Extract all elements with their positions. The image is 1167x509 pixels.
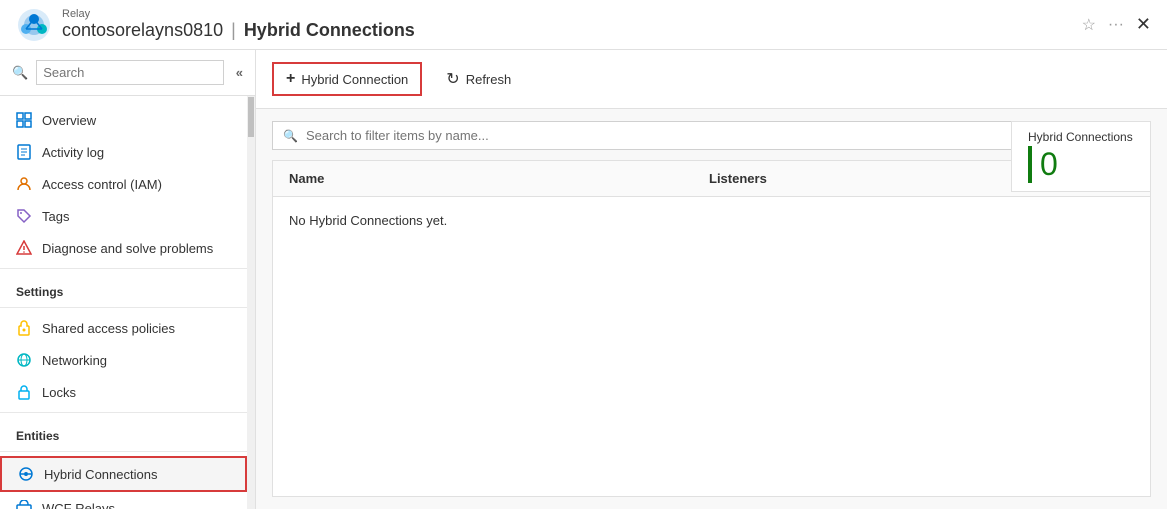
tags-icon: [16, 208, 32, 224]
stats-label: Hybrid Connections: [1028, 130, 1134, 144]
stats-value: 0: [1028, 146, 1134, 183]
sidebar-scroll-thumb: [248, 97, 254, 137]
sidebar-item-diagnose[interactable]: Diagnose and solve problems: [0, 232, 247, 264]
access-control-icon: [16, 176, 32, 192]
refresh-label: Refresh: [466, 72, 512, 87]
data-table: Name Listeners No Hybrid Connections yet…: [272, 160, 1151, 497]
refresh-icon: ↻: [446, 69, 459, 89]
close-button[interactable]: ✕: [1136, 14, 1151, 35]
sidebar-item-networking[interactable]: Networking: [0, 344, 247, 376]
header-page-title: Hybrid Connections: [244, 20, 415, 41]
sidebar-item-label-locks: Locks: [42, 385, 76, 400]
nav-divider-2: [0, 307, 247, 308]
sidebar-item-shared-access[interactable]: Shared access policies: [0, 312, 247, 344]
sidebar-item-label-overview: Overview: [42, 113, 96, 128]
add-hybrid-connection-button[interactable]: + Hybrid Connection: [272, 62, 422, 96]
nav-divider-4: [0, 451, 247, 452]
search-icon: 🔍: [12, 65, 28, 81]
networking-icon: [16, 352, 32, 368]
locks-icon: [16, 384, 32, 400]
diagnose-icon: [16, 240, 32, 256]
activity-log-icon: [16, 144, 32, 160]
stats-panel: Hybrid Connections 0: [1011, 121, 1151, 192]
nav-divider-1: [0, 268, 247, 269]
sidebar-item-label-networking: Networking: [42, 353, 107, 368]
sidebar-item-wcf-relays[interactable]: WCF Relays: [0, 492, 247, 509]
empty-message: No Hybrid Connections yet.: [273, 197, 1150, 244]
settings-section-title: Settings: [0, 273, 247, 303]
sidebar-item-locks[interactable]: Locks: [0, 376, 247, 408]
favorite-button[interactable]: ☆: [1082, 15, 1096, 35]
sidebar-item-tags[interactable]: Tags: [0, 200, 247, 232]
header-title-group: Relay contosorelayns0810 | Hybrid Connec…: [62, 8, 415, 41]
search-input[interactable]: [36, 60, 224, 85]
sidebar-item-label-wcf-relays: WCF Relays: [42, 501, 115, 509]
more-options-button[interactable]: ···: [1108, 16, 1124, 34]
add-button-label: Hybrid Connection: [301, 72, 408, 87]
sidebar-item-hybrid-connections[interactable]: Hybrid Connections: [0, 456, 247, 492]
header-subtitle: Relay: [62, 8, 415, 20]
header-separator: |: [231, 20, 236, 41]
sidebar-item-label-diagnose: Diagnose and solve problems: [42, 241, 213, 256]
sidebar-item-activity-log[interactable]: Activity log: [0, 136, 247, 168]
refresh-button[interactable]: ↻ Refresh: [434, 63, 523, 95]
column-name: Name: [289, 171, 709, 186]
sidebar-item-access-control[interactable]: Access control (IAM): [0, 168, 247, 200]
shared-access-icon: [16, 320, 32, 336]
overview-icon: [16, 112, 32, 128]
nav-divider-3: [0, 412, 247, 413]
toolbar: + Hybrid Connection ↻ Refresh: [256, 50, 1167, 109]
sidebar-item-label-activity-log: Activity log: [42, 145, 104, 160]
sidebar-item-overview[interactable]: Overview: [0, 104, 247, 136]
collapse-sidebar-button[interactable]: «: [236, 65, 243, 80]
hybrid-connections-icon: [18, 466, 34, 482]
app-logo: [16, 7, 52, 43]
sidebar-scrollbar[interactable]: [247, 96, 255, 509]
add-icon: +: [286, 70, 295, 88]
entities-section-title: Entities: [0, 417, 247, 447]
sidebar-search-bar: 🔍 «: [0, 50, 255, 96]
filter-icon: 🔍: [283, 129, 298, 143]
sidebar-item-label-access-control: Access control (IAM): [42, 177, 162, 192]
wcf-relays-icon: [16, 500, 32, 509]
sidebar-item-label-tags: Tags: [42, 209, 69, 224]
header: Relay contosorelayns0810 | Hybrid Connec…: [0, 0, 1167, 50]
sidebar-item-label-shared-access: Shared access policies: [42, 321, 175, 336]
sidebar-item-label-hybrid-connections: Hybrid Connections: [44, 467, 157, 482]
header-resource-name: contosorelayns0810: [62, 20, 223, 41]
